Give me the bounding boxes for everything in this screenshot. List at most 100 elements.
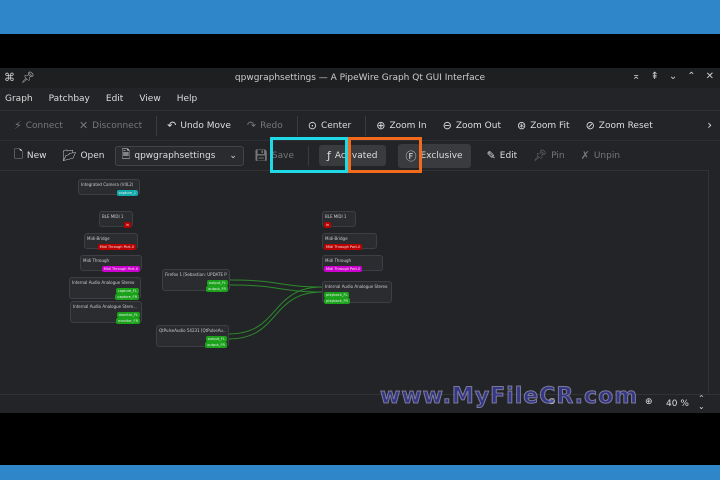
zoom-fit-button[interactable]: ⊛ Zoom Fit xyxy=(511,116,576,135)
graph-node[interactable]: Integrated Camera (V4L2) capture_1 xyxy=(78,179,140,196)
window-title: qpwgraphsettings — A PipeWire Graph Qt G… xyxy=(234,73,486,83)
redo-icon: ↷ xyxy=(246,119,257,132)
node-title: Midi-Bridge xyxy=(325,236,348,241)
graph-node[interactable]: Midi-Bridge Midi Through Port-0 xyxy=(84,233,138,250)
center-button[interactable]: ⊙ Center xyxy=(302,116,358,135)
graph-node[interactable]: BLE MIDI 1 in xyxy=(99,211,133,228)
menu-edit[interactable]: Edit xyxy=(105,94,130,104)
unpin-button[interactable]: ✗ Unpin xyxy=(575,146,626,165)
file-icon: 🗎 xyxy=(121,148,131,161)
menu-patchbay[interactable]: Patchbay xyxy=(48,94,97,104)
node-port[interactable]: Midi Through Port-0 xyxy=(97,244,136,250)
node-title: Internal Audio Analogue Stere... xyxy=(73,304,137,309)
separator xyxy=(296,115,298,136)
node-title: QtPulseAudio 54231 [QtPulseAu... xyxy=(159,328,226,333)
connection-wire xyxy=(228,291,323,340)
pin-icon: 📌︎ xyxy=(533,149,548,162)
graph-node[interactable]: Internal Audio Analogue Stereo playback_F… xyxy=(322,281,392,304)
undo-icon: ↶ xyxy=(167,119,177,132)
main-toolbar: ⚡ Connect ✕ Disconnect ↶ Undo Move ↷ Redo ⊙ Cente… xyxy=(0,110,720,140)
menu-graph[interactable]: Graph xyxy=(4,94,40,104)
graph-node[interactable]: QtPulseAudio 54231 [QtPulseAu... output_F… xyxy=(156,325,229,348)
vertical-scrollbar[interactable] xyxy=(708,170,720,394)
separator xyxy=(156,115,158,136)
shade-icon[interactable]: ⇞ xyxy=(650,71,658,82)
node-port[interactable]: monitor_FR xyxy=(116,318,140,324)
chevron-down-icon: ⌄ xyxy=(229,150,237,161)
zoom-out-button[interactable]: ⊖ Zoom Out xyxy=(437,116,507,135)
unpin-icon: ✗ xyxy=(580,149,590,162)
menu-help[interactable]: Help xyxy=(176,94,205,104)
graph-node[interactable]: Midi-Bridge Midi Through Port-0 xyxy=(322,233,377,250)
node-title: BLE MIDI 1 xyxy=(325,214,347,219)
connect-button[interactable]: ⚡ Connect xyxy=(8,116,69,135)
disconnect-button[interactable]: ✕ Disconnect xyxy=(73,116,148,135)
graph-node[interactable]: Midi Through Midi Through Port-0 xyxy=(80,255,142,272)
pencil-icon: ✎ xyxy=(486,149,496,162)
save-icon: 💾︎ xyxy=(253,149,268,162)
app-window: ⌘ 📌︎ qpwgraphsettings — A PipeWire Graph … xyxy=(0,68,720,413)
connection-wire xyxy=(228,286,323,335)
separator xyxy=(365,115,367,136)
menu-bar: Graph Patchbay Edit View Help xyxy=(0,88,720,110)
node-title: Integrated Camera (V4L2) xyxy=(81,182,134,187)
graph-node[interactable]: Firefox 1 [Sebastian: UPDATE Pr... output… xyxy=(162,269,230,292)
node-title: Firefox 1 [Sebastian: UPDATE Pr... xyxy=(165,272,227,277)
top-band xyxy=(0,0,720,34)
activated-highlight xyxy=(270,137,348,173)
new-file-icon: 🗋 xyxy=(14,148,23,161)
undo-button[interactable]: ↶ Undo Move xyxy=(161,116,237,135)
node-port[interactable]: playback_FR xyxy=(324,298,350,304)
zoom-spinner[interactable]: ⌃ ⌄ xyxy=(698,395,705,411)
node-port[interactable]: in xyxy=(324,222,332,228)
redo-button[interactable]: ↷ Redo xyxy=(241,116,289,135)
open-button[interactable]: 📂︎ Open xyxy=(57,146,111,165)
keep-above-icon[interactable]: ⌅ xyxy=(632,71,640,82)
connect-icon: ⚡ xyxy=(14,119,22,132)
graph-node[interactable]: BLE MIDI 1 in xyxy=(322,211,356,228)
node-title: BLE MIDI 1 xyxy=(102,214,124,219)
zoom-reset-icon: ⊘ xyxy=(585,119,595,132)
node-title: Internal Audio Analogue Stereo xyxy=(72,280,135,285)
graph-node[interactable]: Internal Audio Analogue Stereo capture_FL… xyxy=(69,277,141,300)
zoom-reset-button[interactable]: ⊘ Zoom Reset xyxy=(580,116,659,135)
watermark: www.MyFileCR.com xyxy=(379,384,639,410)
zoom-in-icon[interactable]: ⊕ xyxy=(645,397,653,407)
menu-view[interactable]: View xyxy=(138,94,167,104)
graph-node[interactable]: Internal Audio Analogue Stere... monitor_… xyxy=(70,301,142,324)
node-title: Midi Through xyxy=(83,258,110,263)
node-port[interactable]: capture_1 xyxy=(116,190,138,196)
title-bar: ⌘ 📌︎ qpwgraphsettings — A PipeWire Graph … xyxy=(0,68,720,88)
node-port[interactable]: output_FR xyxy=(205,342,227,348)
zoom-in-button[interactable]: ⊕ Zoom In xyxy=(370,116,432,135)
graph-node[interactable]: Midi Through Midi Through Port-0 xyxy=(322,255,383,272)
exclusive-highlight xyxy=(348,137,422,173)
graph-canvas[interactable]: Integrated Camera (V4L2) capture_1 BLE MID… xyxy=(0,170,708,394)
zoom-in-icon: ⊕ xyxy=(376,119,386,132)
center-icon: ⊙ xyxy=(307,119,317,132)
node-title: Midi Through xyxy=(325,258,352,263)
node-port[interactable]: output_FR xyxy=(206,286,228,292)
disconnect-icon: ✕ xyxy=(78,119,89,132)
new-button[interactable]: 🗋 New xyxy=(8,143,53,168)
node-port[interactable]: capture_FR xyxy=(115,294,139,300)
zoom-out-icon: ⊖ xyxy=(442,119,452,132)
edit-button[interactable]: ✎ Edit xyxy=(481,146,524,165)
maximize-icon[interactable]: ⌃ xyxy=(687,71,695,82)
close-icon[interactable]: ✕ xyxy=(706,71,714,82)
minimize-icon[interactable]: ⌄ xyxy=(669,71,677,82)
zoom-fit-icon: ⊛ xyxy=(516,119,527,132)
node-port[interactable]: in xyxy=(123,222,131,228)
bottom-band xyxy=(0,465,720,480)
toolbar-overflow-chevron-icon[interactable]: › xyxy=(707,118,712,132)
pin-button[interactable]: 📌︎ Pin xyxy=(527,146,570,165)
node-port[interactable]: Midi Through Port-0 xyxy=(324,244,363,250)
folder-open-icon: 📂︎ xyxy=(62,149,77,162)
zoom-level: 40 % xyxy=(666,399,689,409)
node-title: Midi-Bridge xyxy=(87,236,110,241)
node-title: Internal Audio Analogue Stereo xyxy=(325,284,388,289)
patchbay-select[interactable]: 🗎 qpwgraphsettings ⌄ xyxy=(114,145,244,166)
node-port[interactable]: Midi Through Port-0 xyxy=(101,266,140,272)
connection-wire xyxy=(229,279,323,288)
node-port[interactable]: Midi Through Port-0 xyxy=(324,266,363,272)
